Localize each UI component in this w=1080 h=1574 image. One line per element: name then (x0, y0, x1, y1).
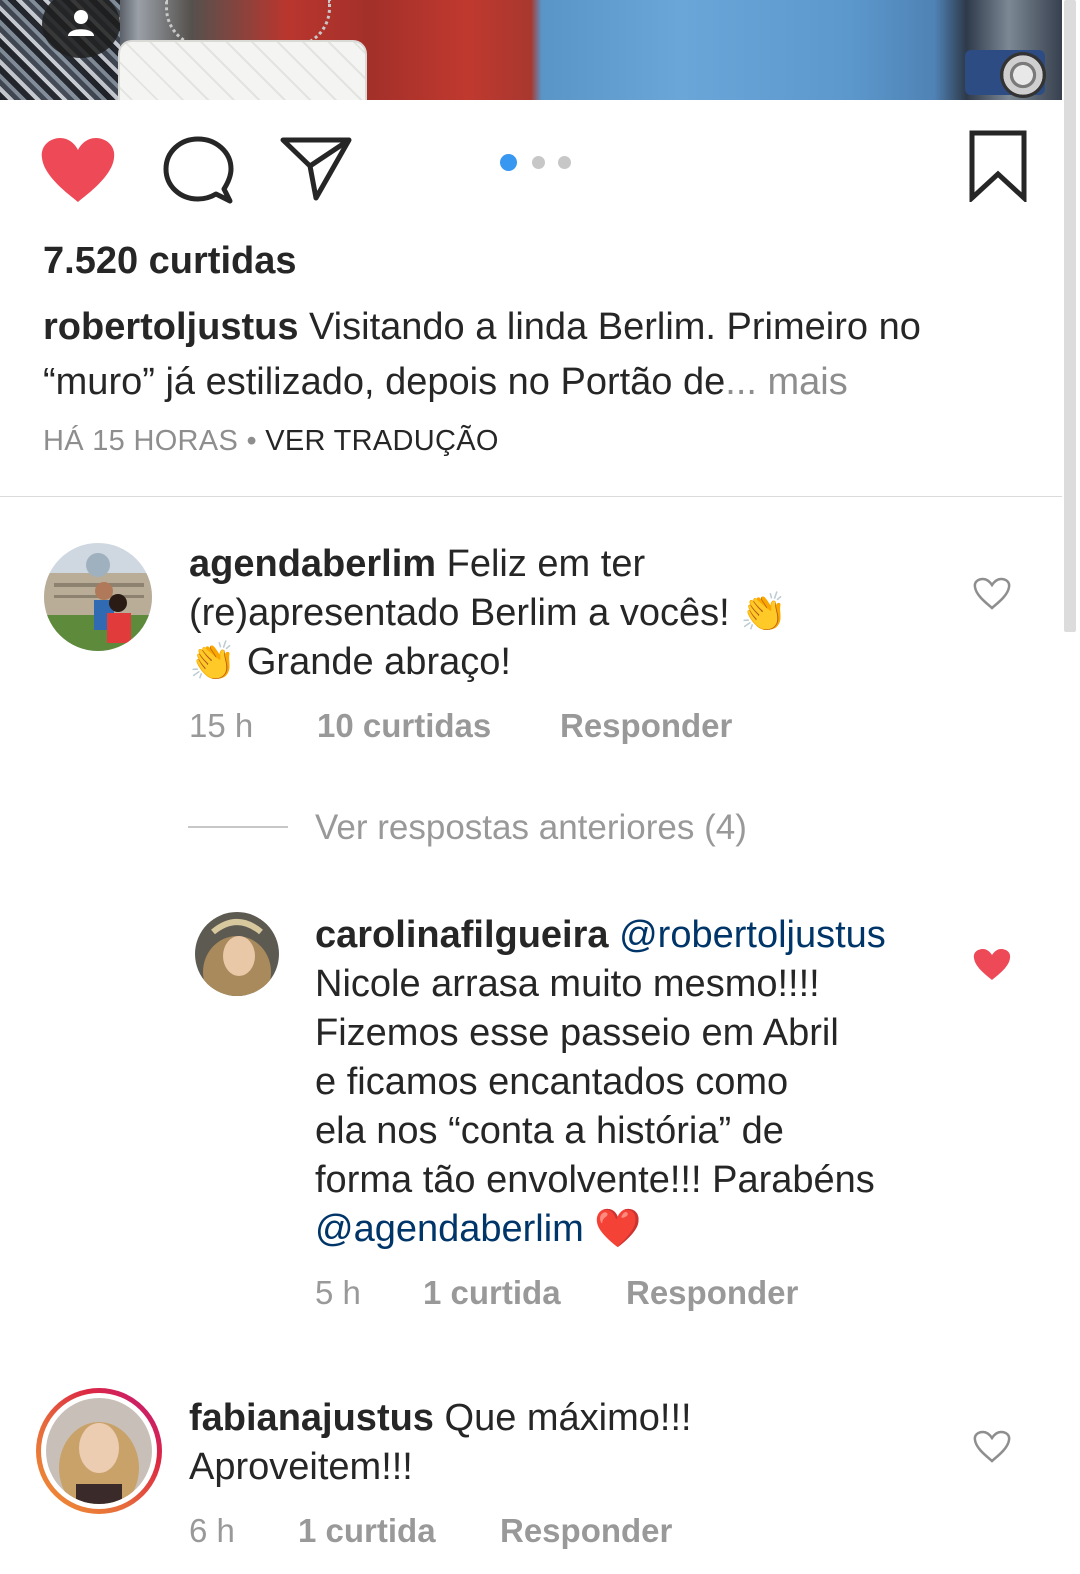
post-caption: robertoljustus Visitando a linda Berlim.… (43, 300, 1013, 410)
avatar-agendaberlim[interactable] (44, 543, 152, 651)
reply-button[interactable]: Responder (560, 707, 732, 745)
save-button[interactable] (968, 130, 1028, 207)
likes-count[interactable]: 7.520 curtidas (43, 240, 296, 283)
meta-separator: • (238, 425, 266, 457)
replies-line (188, 826, 288, 828)
avatar-photo (44, 543, 152, 651)
comment-agendaberlim: agendaberlim Feliz em ter (re)apresentad… (189, 540, 949, 687)
comment-time: 15 h (189, 707, 254, 744)
carousel-dot-2 (532, 156, 545, 169)
comment-username[interactable]: carolinafilgueira (315, 914, 609, 956)
comment-likes-count[interactable]: 10 curtidas (317, 707, 491, 745)
comment-text-line: Aproveitem!!! (189, 1446, 413, 1488)
comment-meta: 6 h 1 curtida Responder (189, 1512, 672, 1550)
mention-link[interactable]: @robertoljustus (609, 914, 886, 956)
avatar-photo (195, 912, 279, 996)
section-divider (0, 496, 1062, 497)
share-button[interactable] (280, 136, 352, 207)
comment-like-button[interactable] (973, 577, 1011, 616)
comment-text-line: Nicole arrasa muito mesmo!!!! (315, 963, 820, 1005)
comment-time: 5 h (315, 1274, 361, 1311)
comment-time: 6 h (189, 1512, 235, 1549)
comment-icon (163, 136, 234, 204)
comment-meta: 15 h 10 curtidas Responder (189, 707, 732, 745)
caption-username[interactable]: robertoljustus (43, 306, 298, 348)
view-previous-replies[interactable]: Ver respostas anteriores (4) (315, 808, 747, 848)
avatar-photo (46, 1398, 152, 1504)
bookmark-icon (969, 130, 1027, 204)
comment-text-line: (re)apresentado Berlim a vocês! 👏 (189, 592, 788, 634)
post-timestamp: HÁ 15 HORAS (43, 425, 239, 457)
caption-more-link[interactable]: mais (757, 361, 848, 403)
reply-button[interactable]: Responder (500, 1512, 672, 1550)
caption-ellipsis: ... (725, 361, 757, 403)
comment-text-line: ela nos “conta a história” de (315, 1110, 784, 1152)
comment-username[interactable]: agendaberlim (189, 543, 436, 585)
avatar-carolinafilgueira[interactable] (195, 912, 279, 996)
comment-username[interactable]: fabianajustus (189, 1397, 434, 1439)
heart-outline-icon (973, 1430, 1011, 1463)
comment-meta: 5 h 1 curtida Responder (315, 1274, 798, 1312)
comment-like-button[interactable] (973, 948, 1011, 987)
comment-text-line: Que máximo!!! (433, 1397, 692, 1439)
heart-outline-icon (973, 577, 1011, 610)
comment-text-line: Fizemos esse passeio em Abril (315, 1012, 839, 1054)
heart-filled-icon (973, 949, 1011, 980)
heart-filled-icon (41, 138, 115, 202)
comment-fabianajustus: fabianajustus Que máximo!!! Aproveitem!!… (189, 1394, 949, 1492)
comment-text-line: Feliz em ter (436, 543, 646, 585)
carousel-dot-3 (558, 156, 571, 169)
see-translation-link[interactable]: VER TRADUÇÃO (265, 425, 499, 457)
send-icon (280, 137, 352, 201)
scrollbar[interactable] (1064, 0, 1076, 632)
comment-emoji: ❤️ (583, 1208, 642, 1250)
post-photo[interactable] (0, 0, 1062, 100)
photo-watch-face (1000, 52, 1046, 98)
comment-text-line: e ficamos encantados como (315, 1061, 789, 1103)
comment-like-button[interactable] (973, 1430, 1011, 1469)
comment-text-line: forma tão envolvente!!! Parabéns (315, 1159, 875, 1201)
comment-text-line: 👏 Grande abraço! (189, 641, 511, 683)
like-button[interactable] (40, 138, 116, 209)
reply-button[interactable]: Responder (626, 1274, 798, 1312)
carousel-dot-1 (500, 154, 517, 171)
avatar-fabianajustus[interactable] (36, 1388, 162, 1514)
user-tag-icon (68, 10, 94, 36)
mention-link[interactable]: @agendaberlim (315, 1208, 584, 1250)
comment-likes-count[interactable]: 1 curtida (298, 1512, 436, 1550)
photo-handbag (118, 40, 367, 100)
comment-button[interactable] (162, 135, 234, 212)
comment-carolinafilgueira: carolinafilgueira @robertoljustus Nicole… (315, 911, 955, 1254)
post-meta: HÁ 15 HORAS • VER TRADUÇÃO (43, 425, 499, 458)
comment-likes-count[interactable]: 1 curtida (423, 1274, 561, 1312)
